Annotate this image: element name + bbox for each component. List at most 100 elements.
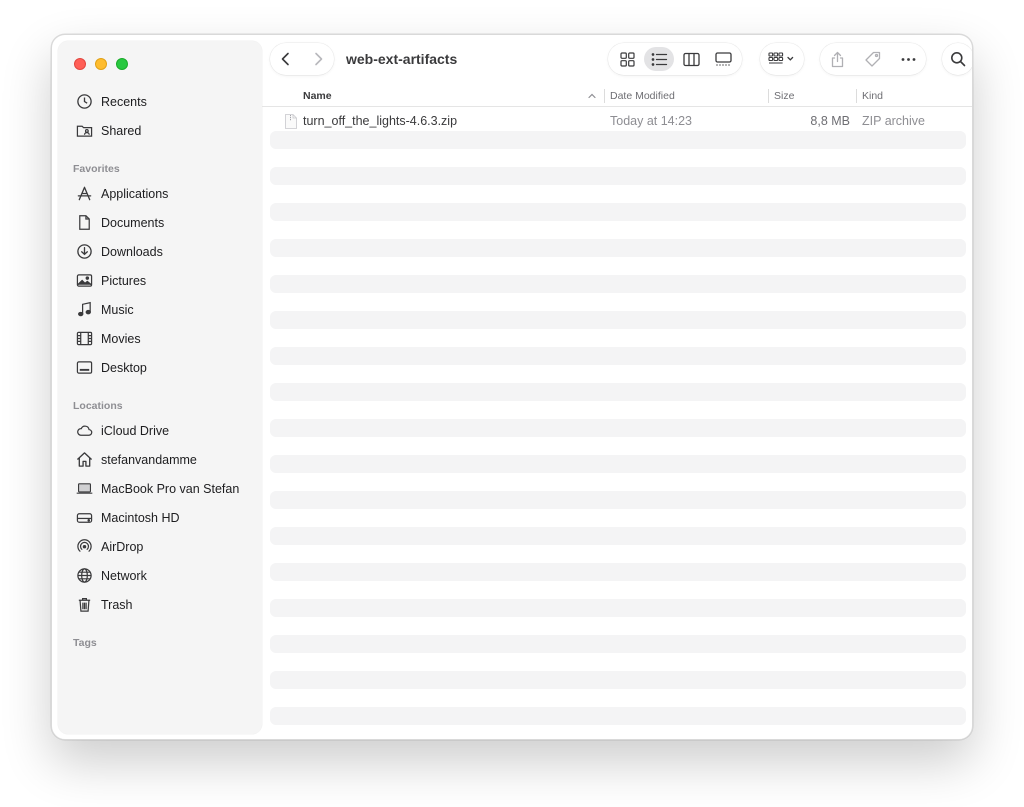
gallery-icon <box>714 51 732 66</box>
sidebar-item-label: Downloads <box>101 244 163 259</box>
empty-row <box>270 527 966 545</box>
sidebar-item-label: Pictures <box>101 273 147 288</box>
grid-icon <box>619 51 635 67</box>
more-button[interactable] <box>895 47 921 71</box>
music-note-icon <box>75 301 93 319</box>
sidebar-item-label: Music <box>101 302 134 317</box>
sidebar-item-home[interactable]: stefanvandamme <box>58 445 262 474</box>
sidebar-item-movies[interactable]: Movies <box>58 324 262 353</box>
list-view-button[interactable] <box>644 47 674 71</box>
cloud-icon <box>75 422 93 440</box>
tag-button[interactable] <box>860 47 886 71</box>
forward-button[interactable] <box>306 47 330 71</box>
share-button[interactable] <box>825 47 851 71</box>
column-divider[interactable] <box>604 89 605 103</box>
empty-row <box>270 563 966 581</box>
sidebar-item-documents[interactable]: Documents <box>58 208 262 237</box>
empty-row <box>270 311 966 329</box>
column-header-row: Name Date Modified Size Kind <box>262 85 972 107</box>
file-size: 8,8 MB <box>810 114 850 128</box>
chevron-right-icon <box>315 52 323 66</box>
sidebar-item-music[interactable]: Music <box>58 295 262 324</box>
zip-file-icon <box>285 110 299 132</box>
column-view-button[interactable] <box>676 47 706 71</box>
sidebar-item-pictures[interactable]: Pictures <box>58 266 262 295</box>
view-mode-group <box>608 43 742 75</box>
airdrop-icon <box>75 538 93 556</box>
list-icon <box>651 52 667 66</box>
file-date-modified: Today at 14:23 <box>610 114 693 128</box>
close-window-button[interactable] <box>74 58 86 70</box>
back-button[interactable] <box>274 47 298 71</box>
empty-row <box>270 491 966 509</box>
gallery-view-button[interactable] <box>708 47 738 71</box>
action-group <box>820 43 926 75</box>
sidebar-item-label: Applications <box>101 186 169 201</box>
hard-drive-icon <box>75 509 93 527</box>
sidebar: Recents Shared Favorites Applications Do… <box>58 41 262 734</box>
search-icon <box>951 52 966 67</box>
document-icon <box>75 214 93 232</box>
column-divider[interactable] <box>856 89 857 103</box>
sidebar-item-desktop[interactable]: Desktop <box>58 353 262 382</box>
locations-header: Locations <box>73 400 123 412</box>
column-header-date-modified[interactable]: Date Modified <box>610 85 765 106</box>
sidebar-item-recents[interactable]: Recents <box>58 87 262 116</box>
sidebar-item-label: MacBook Pro van Stefan <box>101 481 240 496</box>
group-by-button[interactable] <box>760 43 804 75</box>
zoom-window-button[interactable] <box>116 58 128 70</box>
desktop-icon <box>75 359 93 377</box>
empty-row <box>270 455 966 473</box>
column-header-kind[interactable]: Kind <box>862 85 972 106</box>
column-header-size[interactable]: Size <box>774 85 854 106</box>
sidebar-item-downloads[interactable]: Downloads <box>58 237 262 266</box>
share-icon <box>832 51 844 67</box>
ellipsis-icon <box>901 57 916 61</box>
sidebar-item-airdrop[interactable]: AirDrop <box>58 532 262 561</box>
sidebar-item-network[interactable]: Network <box>58 561 262 590</box>
column-divider[interactable] <box>768 89 769 103</box>
finder-window: Recents Shared Favorites Applications Do… <box>51 34 973 740</box>
navigation-group <box>270 43 334 75</box>
globe-icon <box>75 567 93 585</box>
empty-row <box>270 671 966 689</box>
empty-row <box>270 203 966 221</box>
sidebar-item-macbook[interactable]: MacBook Pro van Stefan <box>58 474 262 503</box>
laptop-icon <box>75 480 93 498</box>
download-icon <box>75 243 93 261</box>
shared-folder-icon <box>75 122 93 140</box>
clock-icon <box>75 93 93 111</box>
sidebar-item-trash[interactable]: Trash <box>58 590 262 619</box>
window-controls <box>74 58 128 70</box>
tags-header: Tags <box>73 637 97 649</box>
sidebar-item-label: AirDrop <box>101 539 144 554</box>
sidebar-list: Recents Shared Favorites Applications Do… <box>58 87 262 653</box>
empty-row <box>270 635 966 653</box>
empty-row <box>270 275 966 293</box>
column-header-name[interactable]: Name <box>303 85 599 106</box>
columns-icon <box>682 52 700 66</box>
sort-ascending-icon <box>588 85 600 106</box>
empty-row <box>270 167 966 185</box>
sidebar-item-label: Trash <box>101 597 133 612</box>
sidebar-item-applications[interactable]: Applications <box>58 179 262 208</box>
sidebar-item-label: Documents <box>101 215 165 230</box>
sidebar-item-icloud-drive[interactable]: iCloud Drive <box>58 416 262 445</box>
file-list: turn_off_the_lights-4.6.3.zip Today at 1… <box>270 108 966 738</box>
favorites-header: Favorites <box>73 163 120 175</box>
sidebar-item-label: stefanvandamme <box>101 452 197 467</box>
sidebar-item-shared[interactable]: Shared <box>58 116 262 145</box>
icon-view-button[interactable] <box>612 47 642 71</box>
chevron-left-icon <box>281 52 289 66</box>
empty-row <box>270 347 966 365</box>
sidebar-item-macintosh-hd[interactable]: Macintosh HD <box>58 503 262 532</box>
file-name: turn_off_the_lights-4.6.3.zip <box>303 114 458 128</box>
group-icon <box>768 52 794 64</box>
film-icon <box>75 330 93 348</box>
file-row[interactable]: turn_off_the_lights-4.6.3.zip Today at 1… <box>270 110 966 129</box>
trash-icon <box>75 596 93 614</box>
search-button[interactable] <box>942 43 972 75</box>
toolbar: web-ext-artifacts <box>262 35 972 85</box>
minimize-window-button[interactable] <box>95 58 107 70</box>
empty-row <box>270 599 966 617</box>
